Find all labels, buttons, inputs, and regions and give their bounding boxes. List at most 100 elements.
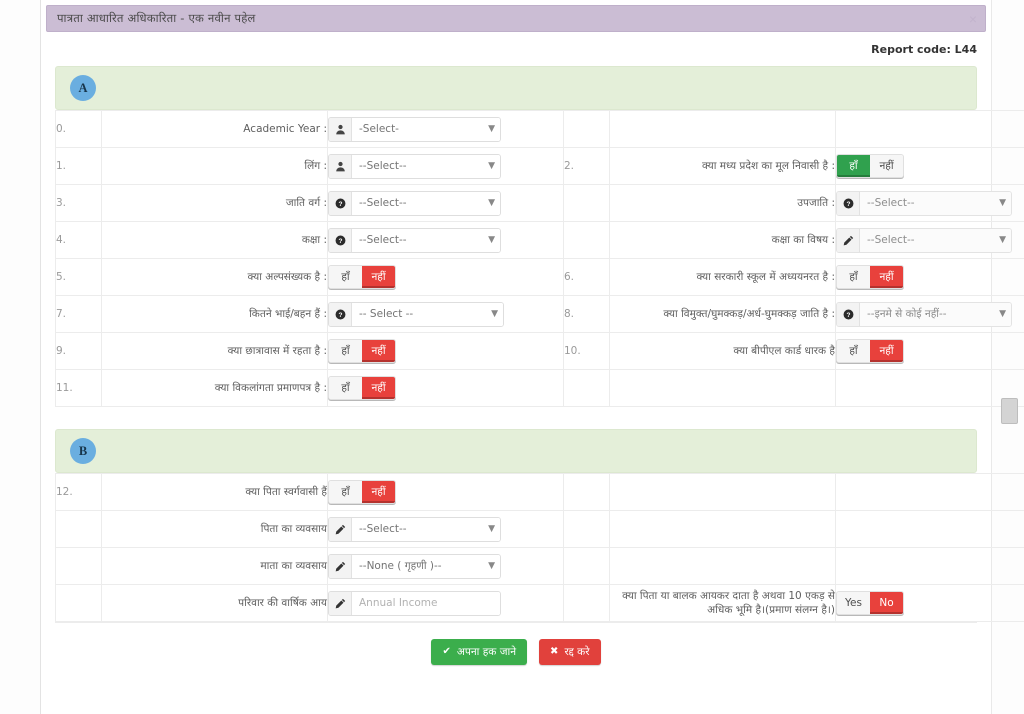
row-field: हाँ नहीं: [835, 147, 1024, 185]
select-group[interactable]: ? --Select-- ▼: [328, 227, 501, 253]
yes-no-toggle[interactable]: हाँ नहीं: [328, 339, 396, 363]
select-group[interactable]: -Select- ▼: [328, 116, 501, 142]
select-control[interactable]: --None ( गृहणी )-- ▼: [352, 554, 500, 578]
row-field-empty: [835, 369, 1024, 407]
yes-no-toggle[interactable]: Yes No: [836, 591, 904, 615]
row-number: 0.: [55, 110, 102, 148]
row-number-empty: [563, 473, 610, 511]
table-row: माता का व्यवसाय --None ( गृहणी )-- ▼: [55, 547, 1024, 585]
select-value: --Select--: [359, 234, 407, 246]
pencil-icon: [329, 517, 352, 541]
row-field: हाँ नहीं: [835, 258, 1024, 296]
yes-no-toggle[interactable]: हाँ नहीं: [836, 154, 904, 178]
chevron-down-icon: ▼: [488, 234, 495, 245]
row-number: 4.: [55, 221, 102, 259]
select-control[interactable]: -Select- ▼: [352, 117, 500, 141]
select-group[interactable]: --Select-- ▼: [328, 153, 501, 179]
yes-no-toggle[interactable]: हाँ नहीं: [328, 480, 396, 504]
row-number: 1.: [55, 147, 102, 185]
user-icon: [329, 154, 352, 178]
row-label: क्या विमुक्त/घुमक्कड़/अर्ध-घुमक्कड़ जाति…: [609, 295, 836, 333]
row-field: हाँ नहीं: [327, 332, 564, 370]
svg-text:?: ?: [846, 311, 850, 318]
table-row: 4. कक्षा :? --Select-- ▼ कक्षा का विषय : --Se…: [55, 221, 1024, 259]
yes-no-toggle[interactable]: हाँ नहीं: [328, 265, 396, 289]
submit-button[interactable]: ✔ अपना हक जाने: [431, 638, 528, 665]
toggle-option-no[interactable]: नहीं: [870, 340, 903, 362]
toggle-option-yes[interactable]: हाँ: [837, 266, 870, 288]
toggle-option-no[interactable]: नहीं: [362, 266, 395, 288]
row-label: कक्षा :: [101, 221, 328, 259]
toggle-option-yes[interactable]: हाँ: [837, 155, 870, 177]
annual-income-input[interactable]: [352, 591, 500, 615]
select-control[interactable]: --Select-- ▼: [352, 517, 500, 541]
yes-no-toggle[interactable]: हाँ नहीं: [328, 376, 396, 400]
select-group[interactable]: ? --Select-- ▼: [328, 190, 501, 216]
select-control[interactable]: --इनमे से कोई नहीं-- ▼: [860, 302, 1011, 326]
toggle-option-no[interactable]: No: [870, 592, 903, 614]
row-number: 10.: [563, 332, 610, 370]
chevron-down-icon: ▼: [488, 560, 495, 571]
row-field: हाँ नहीं: [327, 473, 564, 511]
row-number-empty: [563, 369, 610, 407]
toggle-option-yes[interactable]: हाँ: [837, 340, 870, 362]
toggle-option-yes[interactable]: हाँ: [329, 481, 362, 503]
row-field: हाँ नहीं: [327, 258, 564, 296]
close-icon[interactable]: ×: [969, 12, 977, 26]
toggle-option-yes[interactable]: Yes: [837, 592, 870, 614]
row-label: परिवार की वार्षिक आय: [101, 584, 328, 622]
select-group[interactable]: --Select-- ▼: [836, 227, 1012, 253]
yes-no-toggle[interactable]: हाँ नहीं: [836, 339, 904, 363]
toggle-option-no[interactable]: नहीं: [362, 481, 395, 503]
row-field: Yes No: [835, 584, 1024, 622]
form-table: 0. Academic Year : -Select- ▼ 1. लिंग : --Sele…: [55, 110, 1024, 407]
text-input-group[interactable]: [328, 590, 501, 616]
vertical-scrollbar-thumb[interactable]: [1001, 398, 1018, 424]
select-group[interactable]: ? --इनमे से कोई नहीं-- ▼: [836, 301, 1012, 327]
row-label: Academic Year :: [101, 110, 328, 148]
row-number: [563, 184, 610, 222]
report-code: Report code: L44: [871, 42, 977, 56]
row-label: जाति वर्ग :: [101, 184, 328, 222]
row-label: पिता का व्यवसाय: [101, 510, 328, 548]
select-control[interactable]: --Select-- ▼: [860, 191, 1011, 215]
select-value: --Select--: [359, 160, 407, 172]
toggle-option-yes[interactable]: हाँ: [329, 266, 362, 288]
toggle-option-no[interactable]: नहीं: [362, 340, 395, 362]
select-control[interactable]: --Select-- ▼: [860, 228, 1011, 252]
row-field: --Select-- ▼: [327, 510, 564, 548]
row-label: क्या अल्पसंख्यक है :: [101, 258, 328, 296]
select-group[interactable]: ? --Select-- ▼: [836, 190, 1012, 216]
report-code-bar: Report code: L44: [41, 32, 991, 66]
select-group[interactable]: ? -- Select -- ▼: [328, 301, 504, 327]
row-number: 8.: [563, 295, 610, 333]
toggle-option-no[interactable]: नहीं: [362, 377, 395, 399]
row-number: 5.: [55, 258, 102, 296]
row-field: हाँ नहीं: [835, 332, 1024, 370]
toggle-option-yes[interactable]: हाँ: [329, 340, 362, 362]
row-field-empty: [835, 510, 1024, 548]
toggle-option-yes[interactable]: हाँ: [329, 377, 362, 399]
table-row: 0. Academic Year : -Select- ▼: [55, 110, 1024, 148]
select-control[interactable]: --Select-- ▼: [352, 191, 500, 215]
window-title-bar: पात्रता आधारित अधिकारिता - एक नवीन पहेल …: [46, 5, 986, 32]
select-control[interactable]: --Select-- ▼: [352, 154, 500, 178]
cancel-button[interactable]: ✖ रद्द करे: [539, 638, 601, 665]
yes-no-toggle[interactable]: हाँ नहीं: [836, 265, 904, 289]
select-group[interactable]: --None ( गृहणी )-- ▼: [328, 553, 501, 579]
close-x-icon: ✖: [550, 645, 559, 657]
row-field-empty: [835, 473, 1024, 511]
select-group[interactable]: --Select-- ▼: [328, 516, 501, 542]
select-control[interactable]: --Select-- ▼: [352, 228, 500, 252]
toggle-option-no[interactable]: नहीं: [870, 155, 903, 177]
sections-container: A 0. Academic Year : -Select- ▼ 1. लिंग : --Sel…: [41, 66, 1024, 622]
select-value: --इनमे से कोई नहीं--: [867, 308, 947, 320]
row-field: हाँ नहीं: [327, 369, 564, 407]
select-control[interactable]: -- Select -- ▼: [352, 302, 503, 326]
chevron-down-icon: ▼: [999, 197, 1006, 208]
row-label: क्या पिता या बालक आयकर दाता है अथवा 10 ए…: [609, 584, 836, 622]
table-row: पिता का व्यवसाय --Select-- ▼: [55, 510, 1024, 548]
toggle-option-no[interactable]: नहीं: [870, 266, 903, 288]
row-number: 6.: [563, 258, 610, 296]
cancel-button-label: रद्द करे: [564, 645, 590, 658]
